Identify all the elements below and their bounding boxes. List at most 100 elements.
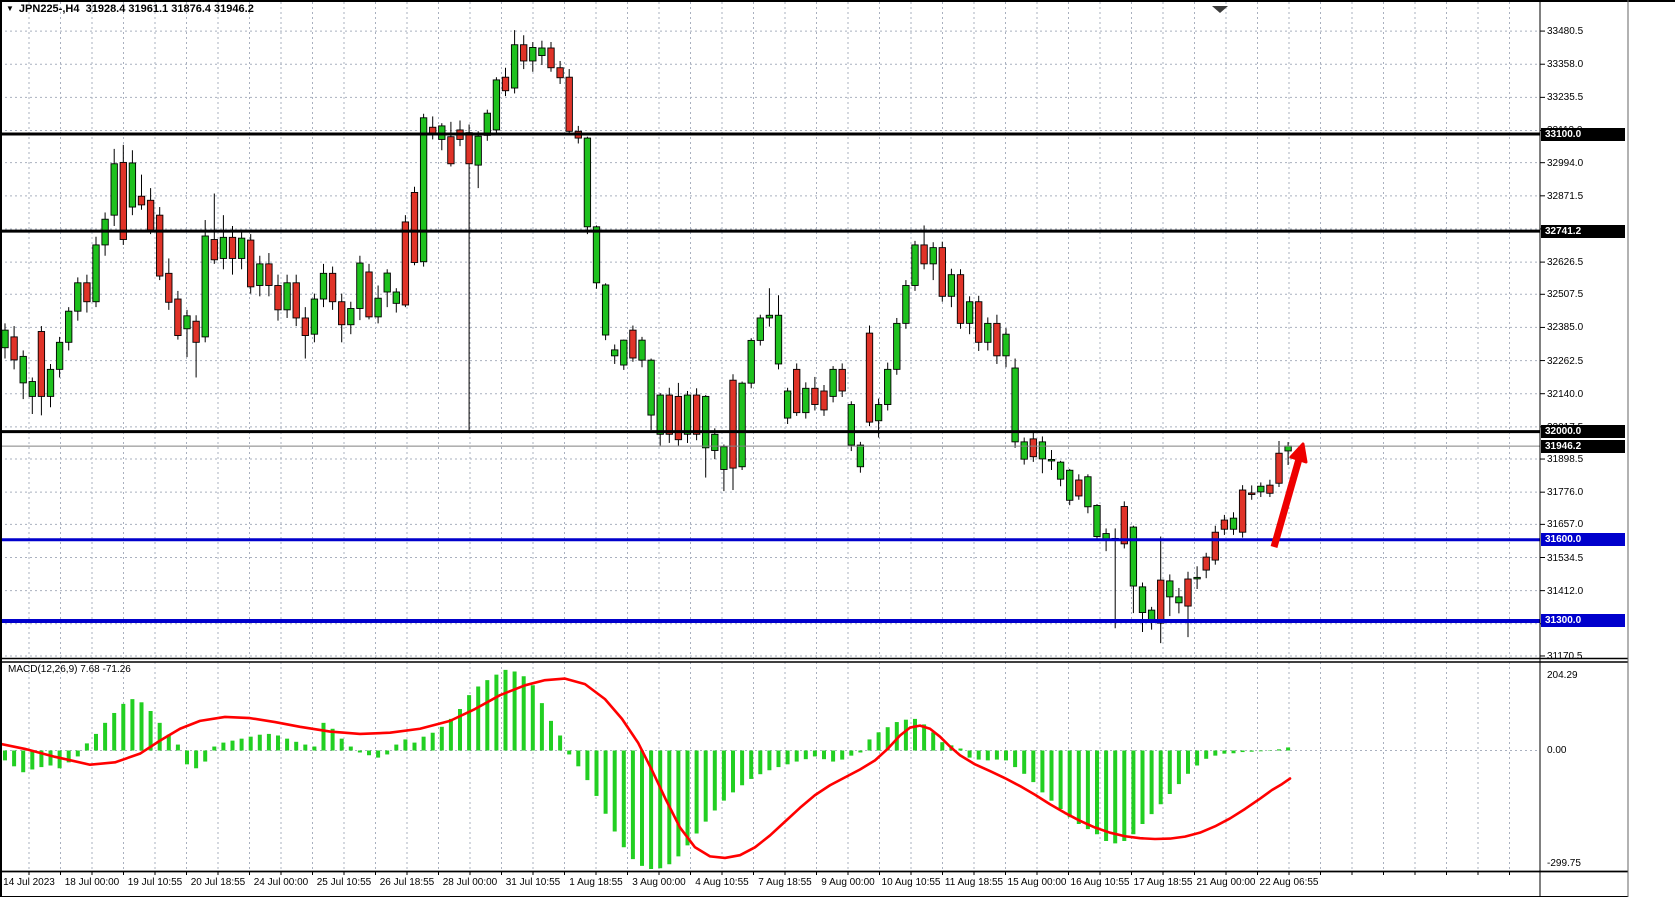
candle-body xyxy=(621,340,627,365)
macd-scale-label: -299.75 xyxy=(1547,858,1581,869)
candle-body xyxy=(184,316,190,329)
candle-body xyxy=(730,380,736,468)
candle-body xyxy=(56,342,62,369)
price-axis-label: 32507.5 xyxy=(1547,289,1583,300)
candle-body xyxy=(11,337,17,360)
candle-body xyxy=(921,245,927,264)
time-axis-label: 28 Jul 00:00 xyxy=(443,877,498,888)
candle-body xyxy=(1267,485,1273,493)
candle-body xyxy=(784,391,790,418)
candle-body xyxy=(1276,453,1282,483)
candle-body xyxy=(548,48,554,68)
candle-body xyxy=(502,77,508,91)
candle-body xyxy=(1176,597,1182,603)
candle-body xyxy=(202,236,208,337)
candle-body xyxy=(448,137,454,164)
candle-body xyxy=(129,163,135,207)
time-axis-label: 3 Aug 00:00 xyxy=(632,877,685,888)
candle-body xyxy=(976,302,982,343)
candle-body xyxy=(1258,486,1264,492)
candle-body xyxy=(957,275,963,324)
candle-body xyxy=(1130,527,1136,586)
time-axis-label: 14 Jul 2023 xyxy=(3,877,55,888)
macd-indicator-label: MACD(12,26,9) 7.68 -71.26 xyxy=(8,664,131,675)
candle-body xyxy=(293,283,299,318)
time-axis-label: 25 Jul 10:55 xyxy=(317,877,372,888)
candle-body xyxy=(1030,439,1036,457)
candle-body xyxy=(830,369,836,396)
price-level-tag: 31300.0 xyxy=(1541,614,1625,627)
candle-body xyxy=(393,292,399,303)
candle-body xyxy=(703,396,709,447)
candle-body xyxy=(1194,577,1200,579)
candle-body xyxy=(120,162,126,239)
candle-body xyxy=(1057,462,1063,479)
candle-body xyxy=(1230,518,1236,529)
macd-scale-label: 204.29 xyxy=(1547,670,1578,681)
candle-body xyxy=(894,323,900,369)
candle-body xyxy=(311,299,317,334)
time-axis-label: 11 Aug 18:55 xyxy=(945,877,1003,888)
candle-body xyxy=(238,238,244,258)
candle-body xyxy=(211,240,217,260)
price-axis-label: 32385.0 xyxy=(1547,322,1583,333)
time-axis-label: 18 Jul 00:00 xyxy=(65,877,120,888)
candle-body xyxy=(93,245,99,302)
price-axis-label: 33480.5 xyxy=(1547,26,1583,37)
candle-body xyxy=(138,196,144,205)
window-top-border xyxy=(0,0,1675,2)
candle-body xyxy=(1139,587,1145,613)
candle-body xyxy=(666,395,672,434)
candle-body xyxy=(402,222,408,305)
candle-body xyxy=(466,133,472,164)
chart-window: ▼JPN225-,H4 31928.4 31961.1 31876.4 3194… xyxy=(0,0,1675,900)
candle-body xyxy=(157,215,163,276)
candle-body xyxy=(712,434,718,450)
candle-body xyxy=(530,47,536,61)
candle-body xyxy=(602,285,608,335)
candle-body xyxy=(875,405,881,421)
candle-body xyxy=(721,447,727,470)
candle-body xyxy=(1003,334,1009,356)
candle-body xyxy=(985,323,991,342)
candle-body xyxy=(539,48,545,56)
candle-body xyxy=(348,308,354,324)
current-price-tag: 31946.2 xyxy=(1541,440,1625,453)
symbol-dropdown-icon[interactable]: ▼ xyxy=(6,4,14,13)
candle-body xyxy=(66,311,72,342)
time-axis-label: 21 Aug 00:00 xyxy=(1197,877,1256,888)
macd-name: MACD(12,26,9) xyxy=(8,664,77,675)
candle-body xyxy=(948,275,954,297)
candle-body xyxy=(912,245,918,286)
candle-body xyxy=(1039,442,1045,459)
candle-body xyxy=(748,340,754,383)
price-axis-label: 31657.0 xyxy=(1547,519,1583,530)
price-axis-label: 31898.5 xyxy=(1547,454,1583,465)
candle-body xyxy=(493,80,499,130)
candle-body xyxy=(1048,459,1054,461)
trend-arrow-head[interactable] xyxy=(1291,444,1306,462)
candle-body xyxy=(420,118,426,262)
candle-body xyxy=(1249,493,1255,495)
price-axis-label: 32262.5 xyxy=(1547,356,1583,367)
candle-body xyxy=(484,113,490,135)
candle-body xyxy=(939,248,945,297)
price-level-tag: 33100.0 xyxy=(1541,128,1625,141)
candle-body xyxy=(966,302,972,324)
time-axis-label: 24 Jul 00:00 xyxy=(254,877,309,888)
price-level-tag: 31600.0 xyxy=(1541,533,1625,546)
candle-body xyxy=(84,283,90,302)
price-chart-canvas[interactable] xyxy=(0,0,1675,900)
candle-body xyxy=(320,273,326,299)
candle-body xyxy=(1185,579,1191,606)
candle-body xyxy=(812,388,818,404)
candle-body xyxy=(193,321,199,342)
candle-body xyxy=(147,200,153,230)
chart-title: ▼JPN225-,H4 31928.4 31961.1 31876.4 3194… xyxy=(6,3,254,15)
candle-body xyxy=(275,286,281,310)
time-axis-label: 26 Jul 18:55 xyxy=(380,877,435,888)
candle-body xyxy=(29,382,35,397)
candle-body xyxy=(903,286,909,324)
candle-body xyxy=(857,445,863,467)
chart-shift-marker[interactable] xyxy=(1212,6,1228,13)
